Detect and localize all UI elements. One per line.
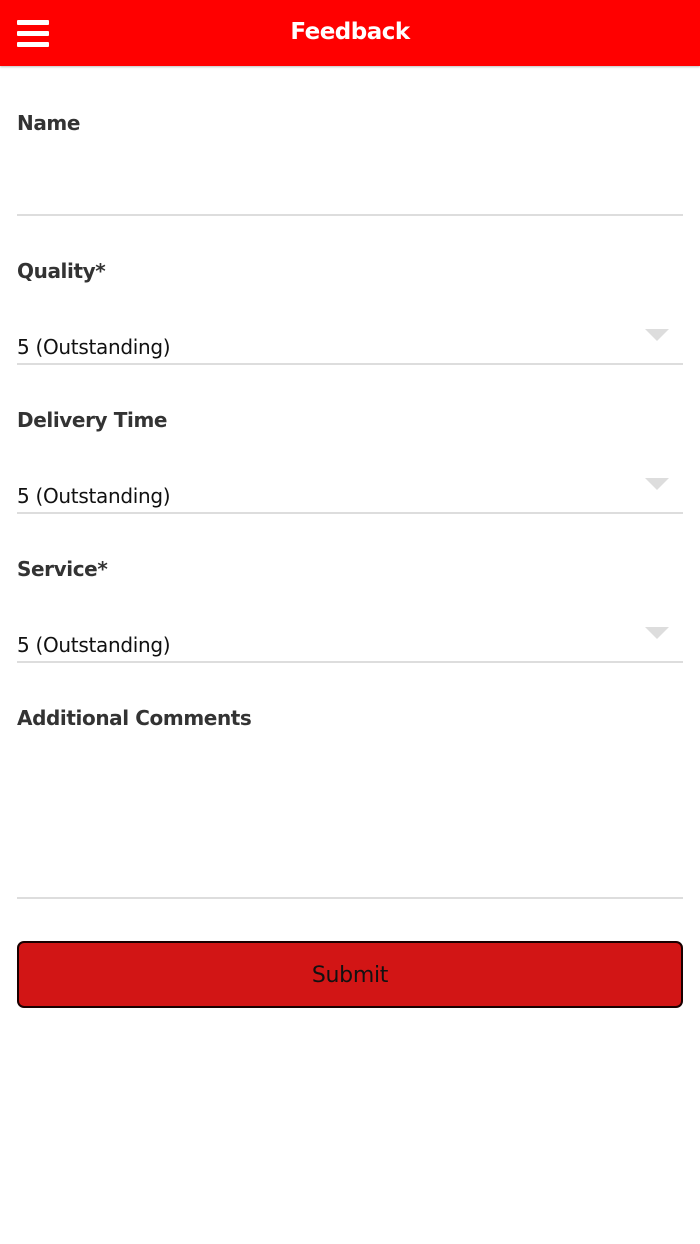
comments-textarea[interactable] (17, 749, 683, 899)
comments-label: Additional Comments (17, 706, 252, 730)
submit-button[interactable]: Submit (17, 941, 683, 1008)
quality-selected-value: 5 (Outstanding) (17, 335, 171, 359)
dropdown-caret-icon (645, 329, 669, 341)
service-label: Service* (17, 557, 108, 581)
dropdown-caret-icon (645, 478, 669, 490)
name-label: Name (17, 111, 81, 135)
service-select[interactable]: 5 (Outstanding) (17, 617, 683, 663)
dropdown-caret-icon (645, 627, 669, 639)
quality-select[interactable]: 5 (Outstanding) (17, 319, 683, 365)
page-title: Feedback (290, 19, 410, 45)
delivery-time-label: Delivery Time (17, 408, 168, 432)
delivery-time-selected-value: 5 (Outstanding) (17, 484, 171, 508)
delivery-time-select[interactable]: 5 (Outstanding) (17, 468, 683, 514)
service-selected-value: 5 (Outstanding) (17, 633, 171, 657)
app-screen: Feedback Name Quality* 5 (Outstanding) D… (0, 0, 700, 1244)
name-input[interactable] (17, 176, 683, 216)
quality-label: Quality* (17, 259, 106, 283)
app-header: Feedback (0, 0, 700, 66)
